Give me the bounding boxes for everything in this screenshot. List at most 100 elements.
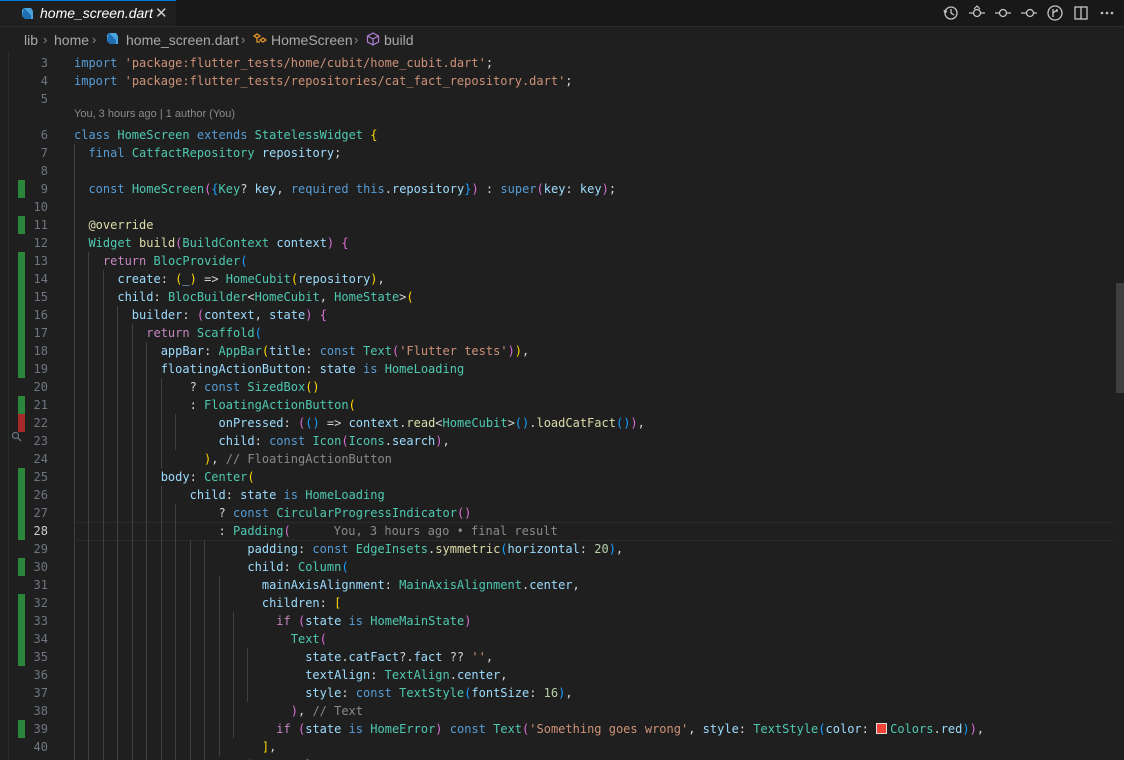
gitlens-icon[interactable]	[1046, 4, 1064, 22]
code-token: (	[247, 470, 255, 484]
chevron-right-icon: ›	[92, 32, 97, 47]
code-line[interactable]: 41 ), // Column	[0, 756, 1124, 760]
code-line[interactable]: 11 @override	[0, 216, 1124, 234]
code-line[interactable]: 36 textAlign: TextAlign.center,	[0, 666, 1124, 684]
code-token: ;	[334, 146, 342, 160]
line-number: 9	[40, 182, 48, 196]
code-line[interactable]: 17 return Scaffold(	[0, 324, 1124, 342]
code-line[interactable]: 37 style: const TextStyle(fontSize: 16),	[0, 684, 1124, 702]
code-line[interactable]: 39 if (state is HomeError) const Text('S…	[0, 720, 1124, 738]
code-token: :	[341, 686, 356, 700]
code-line[interactable]: 33 if (state is HomeMainState)	[0, 612, 1124, 630]
previous-change-icon[interactable]	[994, 4, 1012, 22]
code-line[interactable]: 23 child: const Icon(Icons.search),	[0, 432, 1124, 450]
code-line[interactable]: 13 return BlocProvider(	[0, 252, 1124, 270]
code-token: Key	[218, 182, 241, 196]
split-editor-icon[interactable]	[1072, 4, 1090, 22]
code-token: )	[608, 542, 616, 556]
code-line[interactable]: 27 ? const CircularProgressIndicator()	[0, 504, 1124, 522]
code-line[interactable]: 22 onPressed: (() => context.read<HomeCu…	[0, 414, 1124, 432]
code-line[interactable]: 38 ), // Text	[0, 702, 1124, 720]
code-line[interactable]: 31 mainAxisAlignment: MainAxisAlignment.…	[0, 576, 1124, 594]
code-token: (	[290, 272, 299, 286]
code-token: is	[363, 362, 378, 376]
code-token: Icon	[312, 434, 342, 448]
breadcrumb-item-lib[interactable]: lib	[24, 32, 38, 48]
code-token: :	[225, 488, 241, 502]
code-line[interactable]: 15 child: BlocBuilder<HomeCubit, HomeSta…	[0, 288, 1124, 306]
code-line[interactable]: 9 const HomeScreen ({Key? key, required t…	[0, 180, 1124, 198]
code-line[interactable]: 25 body: Center(	[0, 468, 1124, 486]
code-line[interactable]: 29 padding: const EdgeInsets.symmetric(h…	[0, 540, 1124, 558]
code-line[interactable]: 3 import 'package:flutter_tests/home/cubi…	[0, 54, 1124, 72]
line-number: 7	[40, 146, 48, 160]
code-line[interactable]: 14 create: (_) => HomeCubit(repository),	[0, 270, 1124, 288]
code-token: child	[218, 434, 255, 448]
close-tab-icon[interactable]: ✕	[155, 4, 168, 22]
code-token: (	[341, 560, 349, 574]
code-token: 'Something goes wrong'	[529, 722, 689, 736]
code-token: const	[269, 434, 306, 448]
next-change-icon[interactable]	[1020, 4, 1038, 22]
code-token: :	[153, 290, 168, 304]
code-line[interactable]: 40 ],	[0, 738, 1124, 756]
code-line[interactable]: 6 class HomeScreen extends StatelessWidge…	[0, 126, 1124, 144]
code-text: state.catFact?.fact ?? '',	[74, 648, 493, 666]
code-line[interactable]: 8	[0, 162, 1124, 180]
code-token: ?	[240, 182, 255, 196]
code-line[interactable]: 16 builder: (context, state) {	[0, 306, 1124, 324]
code-line[interactable]: 34 Text(	[0, 630, 1124, 648]
code-line[interactable]: 32 children: [	[0, 594, 1124, 612]
more-actions-icon[interactable]	[1098, 4, 1116, 22]
timeline-icon[interactable]	[942, 4, 960, 22]
breadcrumb-item-method[interactable]: build	[384, 32, 414, 48]
breadcrumb-item-file[interactable]: home_screen.dart	[126, 32, 239, 48]
code-line[interactable]: 4 import 'package:flutter_tests/repositor…	[0, 72, 1124, 90]
code-token: onPressed	[218, 416, 284, 430]
editor-tab-home-screen[interactable]: home_screen.dart ✕	[0, 0, 176, 26]
code-line[interactable]: 7 final CatfactRepository repository;	[0, 144, 1124, 162]
code-token: create	[117, 272, 161, 286]
scrollbar-thumb[interactable]	[1116, 283, 1124, 393]
code-token: ,	[297, 704, 313, 718]
code-token: ,	[500, 668, 508, 682]
code-text: create: (_) => HomeCubit(repository),	[74, 270, 384, 288]
git-compare-icon[interactable]	[968, 4, 986, 22]
code-token: Widget	[88, 236, 132, 250]
code-token: ,	[485, 650, 494, 664]
code-token: )	[370, 272, 378, 286]
code-line[interactable]: 26 child: state is HomeLoading	[0, 486, 1124, 504]
code-token: ()	[514, 416, 530, 430]
breadcrumb-item-class[interactable]: HomeScreen	[271, 32, 353, 48]
inline-blame[interactable]: You, 3 hours ago • final result	[334, 524, 558, 538]
code-token: state	[305, 650, 342, 664]
code-text: children: [	[74, 594, 341, 612]
code-token: key	[543, 182, 566, 196]
breadcrumb-item-home[interactable]: home	[54, 32, 89, 48]
code-line[interactable]: 19 floatingActionButton: state is HomeLo…	[0, 360, 1124, 378]
code-line[interactable]: 5	[0, 90, 1124, 108]
code-token: fact	[413, 650, 443, 664]
code-line[interactable]: 12 Widget build(BuildContext context) {	[0, 234, 1124, 252]
code-line[interactable]: 24 ), // FloatingActionButton	[0, 450, 1124, 468]
code-line[interactable]: 10	[0, 198, 1124, 216]
code-token: :	[370, 668, 385, 682]
code-line[interactable]: 28 : Padding(You, 3 hours ago • final re…	[0, 522, 1124, 541]
code-line[interactable]: 21 : FloatingActionButton(	[0, 396, 1124, 414]
color-swatch-icon[interactable]	[876, 723, 888, 734]
line-number: 5	[40, 92, 48, 106]
code-line[interactable]: 20 ? const SizedBox()	[0, 378, 1124, 396]
blame-header[interactable]: You, 3 hours ago | 1 author (You)	[74, 108, 235, 122]
code-editor[interactable]: You, 3 hours ago | 1 author (You) 3 impor…	[0, 52, 1124, 760]
editor-scrollbar[interactable]	[1116, 52, 1124, 760]
code-line[interactable]: 30 child: Column(	[0, 558, 1124, 576]
line-number: 4	[40, 74, 48, 88]
code-token: state	[305, 614, 342, 628]
code-token: AppBar	[218, 344, 262, 358]
code-line[interactable]: 18 appBar: AppBar(title: const Text('Flu…	[0, 342, 1124, 360]
code-line[interactable]: 35 state.catFact?.fact ?? '',	[0, 648, 1124, 666]
